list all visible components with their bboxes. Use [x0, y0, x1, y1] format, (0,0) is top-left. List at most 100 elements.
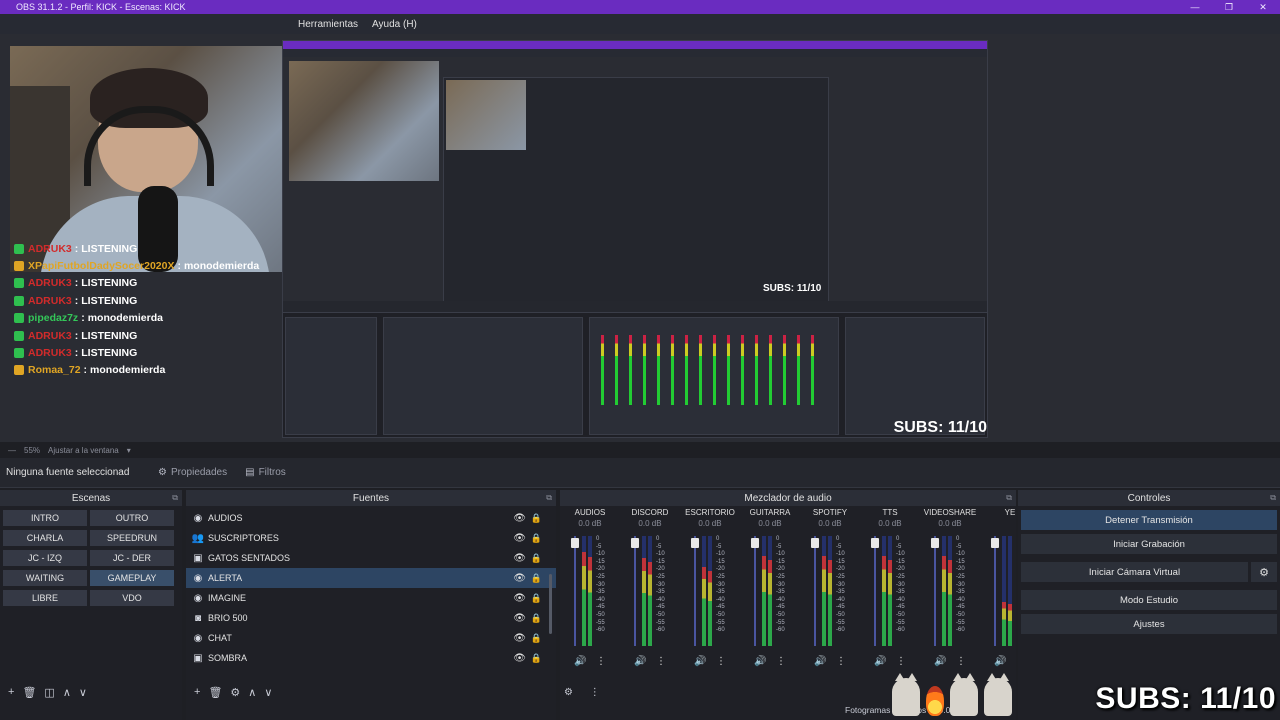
- move-down-button[interactable]: ∨: [264, 686, 272, 699]
- preview-canvas[interactable]: ADRUK3: LISTENING XPapiFutbolDadySocer2020…: [0, 34, 1280, 442]
- undock-icon[interactable]: ⧉: [546, 493, 552, 503]
- fader-handle[interactable]: [931, 538, 939, 548]
- move-up-button[interactable]: ∧: [63, 686, 71, 699]
- volume-fader[interactable]: [571, 536, 579, 646]
- visibility-eye-icon[interactable]: 👁: [513, 633, 526, 644]
- source-item[interactable]: ▣ SOMBRA 👁 🔒: [186, 648, 556, 668]
- lock-icon[interactable]: 🔒: [531, 613, 542, 624]
- remove-source-button[interactable]: 🗑: [208, 686, 222, 699]
- volume-fader[interactable]: [691, 536, 699, 646]
- fader-handle[interactable]: [571, 538, 579, 548]
- virtual-cam-settings-icon[interactable]: ⚙: [1251, 562, 1277, 582]
- source-item[interactable]: ◉ AUDIOS 👁 🔒: [186, 508, 556, 528]
- fader-handle[interactable]: [631, 538, 639, 548]
- source-item[interactable]: ◉ CHAT 👁 🔒: [186, 628, 556, 648]
- scene-button[interactable]: WAITING: [3, 570, 87, 586]
- sources-scrollbar[interactable]: [549, 574, 552, 634]
- channel-menu-icon[interactable]: ⋮: [656, 656, 666, 667]
- maximize-button[interactable]: ❐: [1212, 0, 1246, 14]
- mute-speaker-icon[interactable]: 🔊: [634, 656, 646, 667]
- source-item[interactable]: ◙ BRIO 500 👁 🔒: [186, 608, 556, 628]
- source-item[interactable]: ◉ IMAGINE 👁 🔒: [186, 588, 556, 608]
- add-scene-button[interactable]: +: [8, 686, 14, 698]
- lock-icon[interactable]: 🔒: [531, 553, 542, 564]
- lock-icon[interactable]: 🔒: [531, 533, 542, 544]
- fader-handle[interactable]: [811, 538, 819, 548]
- virtual-camera-button[interactable]: Iniciar Cámara Virtual: [1021, 562, 1248, 582]
- visibility-eye-icon[interactable]: 👁: [513, 533, 526, 544]
- visibility-eye-icon[interactable]: 👁: [513, 553, 526, 564]
- advanced-audio-button[interactable]: ⚙: [564, 687, 573, 698]
- volume-fader[interactable]: [991, 536, 999, 646]
- channel-menu-icon[interactable]: ⋮: [956, 656, 966, 667]
- zoom-fit[interactable]: Ajustar a la ventana: [48, 446, 119, 455]
- undock-icon[interactable]: ⧉: [1270, 493, 1276, 503]
- studio-mode-button[interactable]: Modo Estudio: [1021, 590, 1277, 610]
- lock-icon[interactable]: 🔒: [531, 573, 542, 584]
- source-item[interactable]: 👥 SUSCRIPTORES 👁 🔒: [186, 528, 556, 548]
- channel-menu-icon[interactable]: ⋮: [716, 656, 726, 667]
- channel-menu-icon[interactable]: ⋮: [596, 656, 606, 667]
- properties-button[interactable]: ⚙ Propiedades: [152, 464, 233, 481]
- volume-fader[interactable]: [751, 536, 759, 646]
- scene-button[interactable]: OUTRO: [90, 510, 174, 526]
- channel-menu-icon[interactable]: ⋮: [896, 656, 906, 667]
- mute-speaker-icon[interactable]: 🔊: [754, 656, 766, 667]
- visibility-eye-icon[interactable]: 👁: [513, 513, 526, 524]
- lock-icon[interactable]: 🔒: [531, 633, 542, 644]
- visibility-eye-icon[interactable]: 👁: [513, 613, 526, 624]
- mute-speaker-icon[interactable]: 🔊: [874, 656, 886, 667]
- volume-fader[interactable]: [871, 536, 879, 646]
- scene-button[interactable]: GAMEPLAY: [90, 570, 174, 586]
- scene-button[interactable]: JC - IZQ: [3, 550, 87, 566]
- menu-help[interactable]: Ayuda (H): [372, 19, 417, 30]
- scene-button[interactable]: LIBRE: [3, 590, 87, 606]
- undock-icon[interactable]: ⧉: [172, 493, 178, 503]
- scene-button[interactable]: CHARLA: [3, 530, 87, 546]
- volume-fader[interactable]: [811, 536, 819, 646]
- scene-button[interactable]: JC - DER: [90, 550, 174, 566]
- scene-button[interactable]: VDO: [90, 590, 174, 606]
- scene-button[interactable]: INTRO: [3, 510, 87, 526]
- mixer-menu-button[interactable]: ⋮: [590, 687, 600, 698]
- source-item[interactable]: ◉ ALERTA 👁 🔒: [186, 568, 556, 588]
- fader-handle[interactable]: [871, 538, 879, 548]
- mute-speaker-icon[interactable]: 🔊: [814, 656, 826, 667]
- fader-handle[interactable]: [991, 538, 999, 548]
- move-down-button[interactable]: ∨: [79, 686, 87, 699]
- lock-icon[interactable]: 🔒: [531, 593, 542, 604]
- start-recording-button[interactable]: Iniciar Grabación: [1021, 534, 1277, 554]
- zoom-minus[interactable]: —: [8, 446, 16, 455]
- fader-handle[interactable]: [751, 538, 759, 548]
- visibility-eye-icon[interactable]: 👁: [513, 593, 526, 604]
- fader-handle[interactable]: [691, 538, 699, 548]
- lock-icon[interactable]: 🔒: [531, 653, 542, 664]
- db-tick: -20: [776, 566, 785, 573]
- stop-stream-button[interactable]: Detener Transmisión: [1021, 510, 1277, 530]
- menu-tools[interactable]: Herramientas: [298, 19, 358, 30]
- visibility-eye-icon[interactable]: 👁: [513, 653, 526, 664]
- volume-fader[interactable]: [931, 536, 939, 646]
- remove-scene-button[interactable]: 🗑: [22, 686, 36, 699]
- undock-icon[interactable]: ⧉: [1006, 493, 1012, 503]
- zoom-dropdown-icon[interactable]: ▾: [127, 446, 131, 455]
- close-button[interactable]: ✕: [1246, 0, 1280, 14]
- move-up-button[interactable]: ∧: [248, 686, 256, 699]
- scene-filters-button[interactable]: ◫: [44, 686, 54, 699]
- source-item[interactable]: ▣ GATOS SENTADOS 👁 🔒: [186, 548, 556, 568]
- mute-speaker-icon[interactable]: 🔊: [934, 656, 946, 667]
- visibility-eye-icon[interactable]: 👁: [513, 573, 526, 584]
- mute-speaker-icon[interactable]: 🔊: [574, 656, 586, 667]
- minimize-button[interactable]: —: [1178, 0, 1212, 14]
- scene-button[interactable]: SPEEDRUN: [90, 530, 174, 546]
- add-source-button[interactable]: +: [194, 686, 200, 698]
- mute-speaker-icon[interactable]: 🔊: [994, 656, 1006, 667]
- source-properties-button[interactable]: ⚙: [230, 686, 240, 699]
- channel-menu-icon[interactable]: ⋮: [776, 656, 786, 667]
- settings-button[interactable]: Ajustes: [1021, 614, 1277, 634]
- filters-button[interactable]: ▤ Filtros: [239, 464, 292, 481]
- volume-fader[interactable]: [631, 536, 639, 646]
- lock-icon[interactable]: 🔒: [531, 513, 542, 524]
- mute-speaker-icon[interactable]: 🔊: [694, 656, 706, 667]
- channel-menu-icon[interactable]: ⋮: [836, 656, 846, 667]
